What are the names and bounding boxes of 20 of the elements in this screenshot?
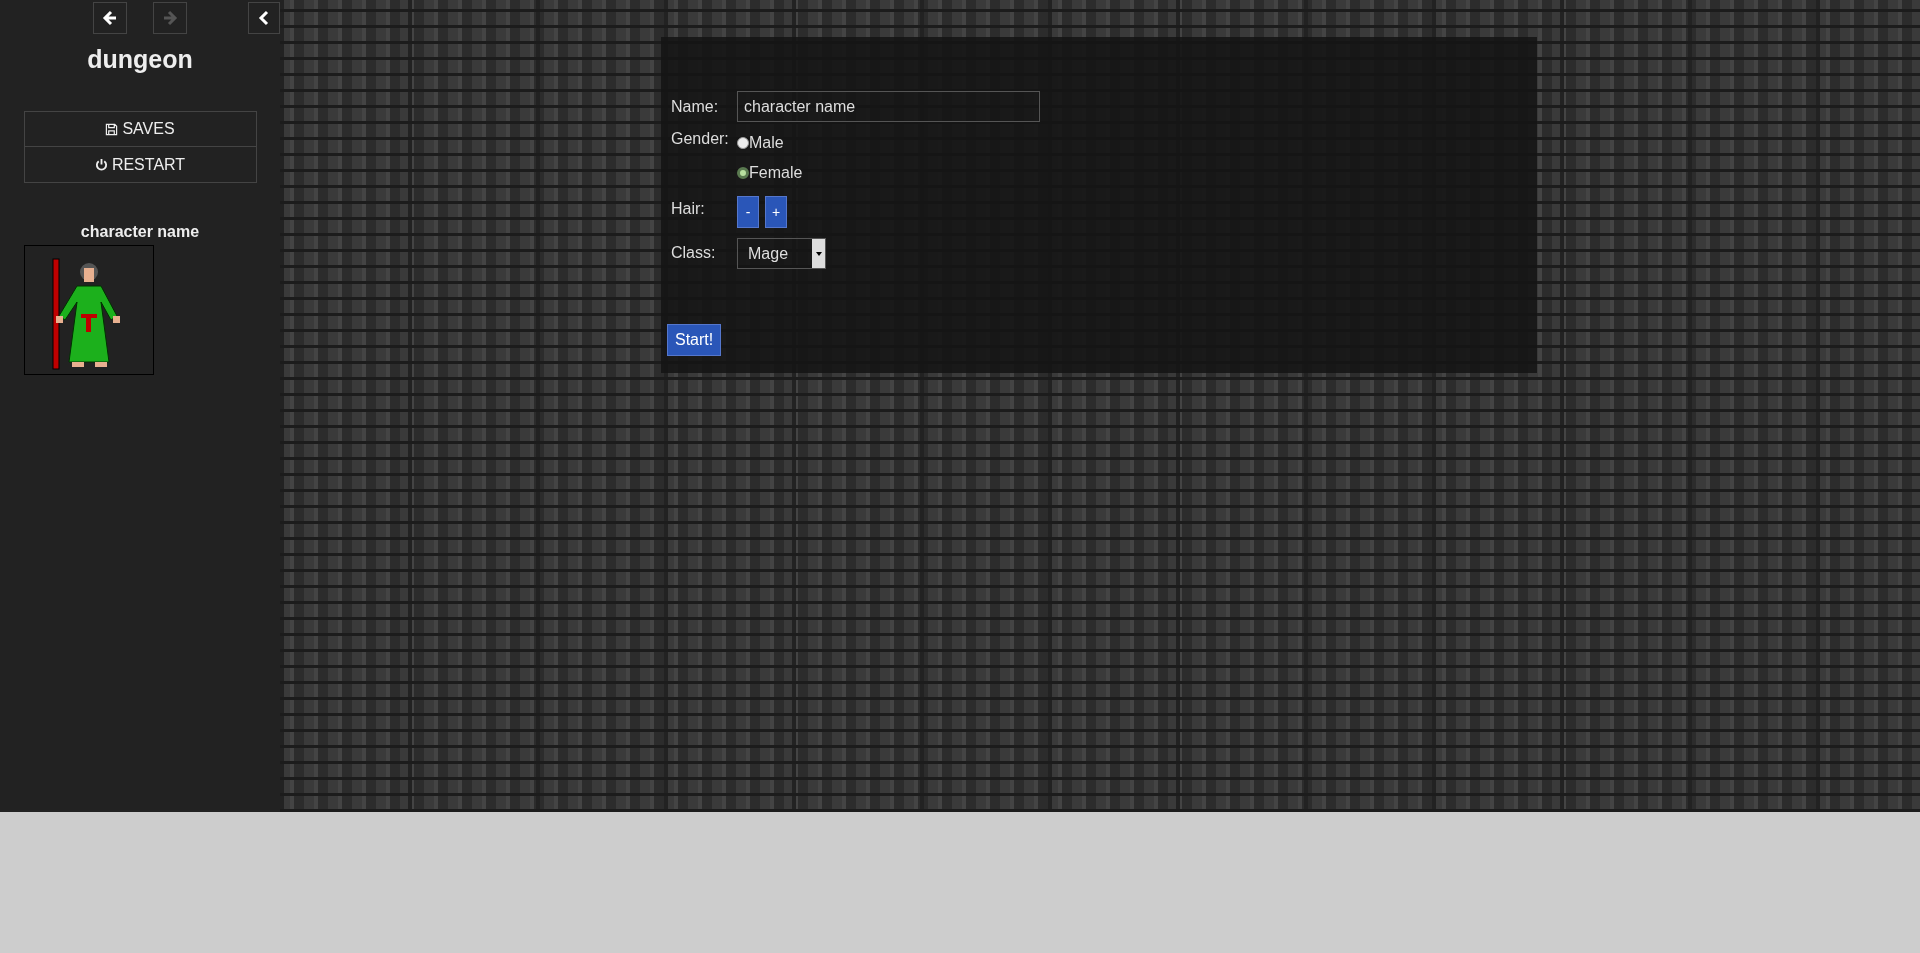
hair-step-button[interactable]: +: [765, 196, 788, 228]
field-label: Gender:: [671, 130, 730, 148]
field-label: Name:: [671, 97, 720, 116]
back-button[interactable]: [93, 2, 127, 34]
radio-label: Female: [749, 164, 803, 182]
left-arrow-icon: [102, 10, 118, 26]
radio-button[interactable]: [737, 137, 749, 149]
story-title: dungeon: [87, 45, 193, 74]
field-label: Hair:: [671, 200, 706, 218]
power-icon: [94, 158, 108, 171]
class-dropdown[interactable]: Mage: [737, 238, 826, 269]
name-input[interactable]: character name: [737, 91, 1040, 122]
collapse-button[interactable]: [248, 2, 280, 34]
character-name: character name: [80, 223, 200, 241]
field-label: Class:: [671, 243, 717, 262]
start-button[interactable]: Start!: [667, 324, 722, 356]
hair-step-button[interactable]: -: [737, 196, 759, 228]
right-arrow-icon: [162, 10, 178, 26]
radio-button[interactable]: [737, 167, 749, 179]
radio-label: Male: [749, 134, 784, 152]
